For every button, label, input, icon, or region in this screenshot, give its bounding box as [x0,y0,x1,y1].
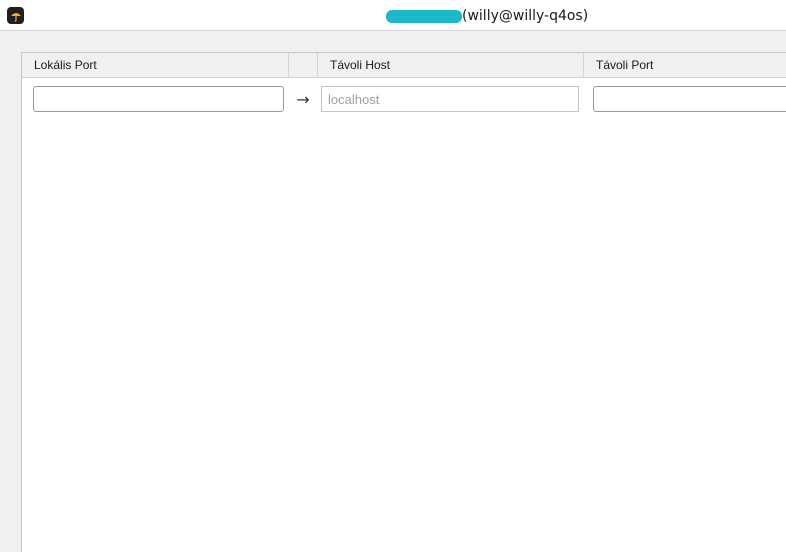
window-title: (willy@willy-q4os) [386,7,588,25]
table-header: Lokális Port Távoli Host Távoli Port [22,53,786,78]
window-body: Lokális Port Távoli Host Távoli Port → [0,31,786,552]
window-title-text: (willy@willy-q4os) [462,8,589,24]
header-arrow-column [289,53,318,77]
local-port-input[interactable] [33,86,284,112]
header-remote-port: Távoli Port [596,58,654,72]
umbrella-app-icon [7,7,24,24]
port-forward-table: Lokális Port Távoli Host Távoli Port → [21,52,786,552]
remote-host-input[interactable] [321,86,579,112]
redacted-block [386,9,462,23]
remote-port-input[interactable] [593,86,786,112]
arrow-right-icon: → [296,89,310,109]
title-bar: (willy@willy-q4os) [0,0,786,31]
header-remote-host: Távoli Host [318,53,584,77]
header-local-port: Lokális Port [22,53,289,77]
